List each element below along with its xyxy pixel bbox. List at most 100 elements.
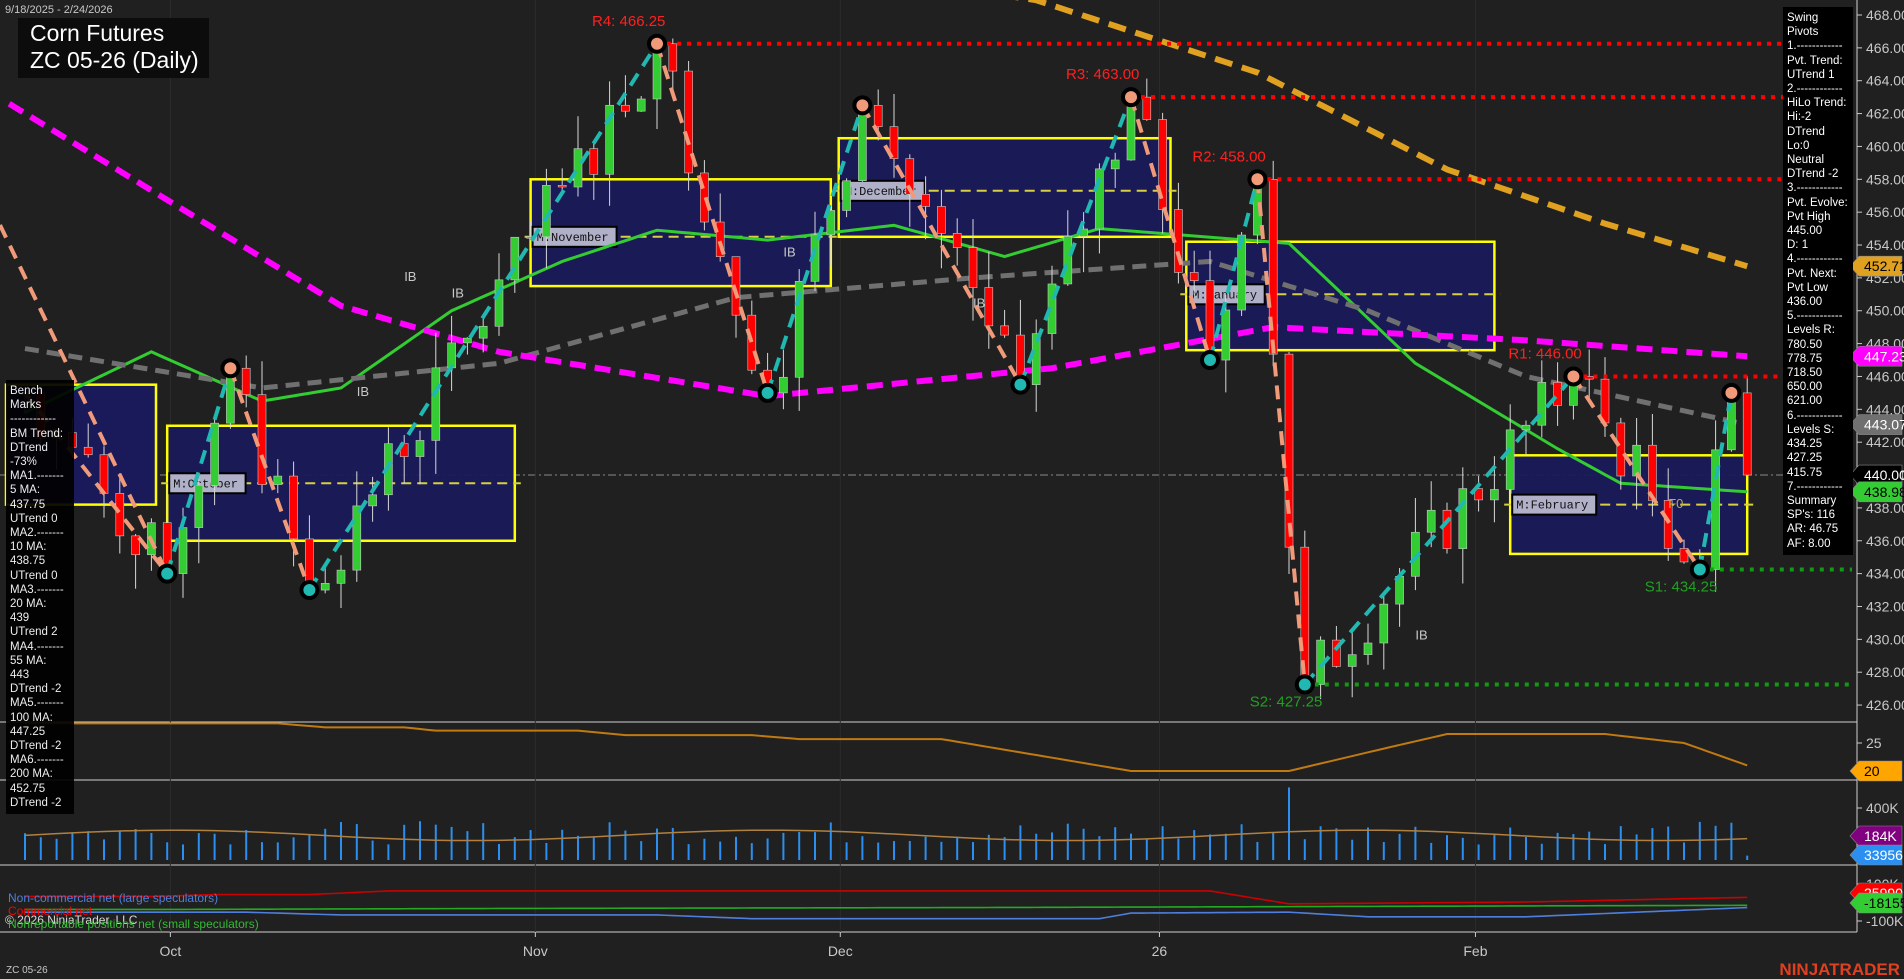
swing-panel-line: HiLo Trend: — [1787, 96, 1849, 110]
candle-up — [779, 377, 787, 393]
candle-up — [1633, 445, 1641, 476]
pivot-low-marker — [760, 385, 776, 401]
candle-up — [179, 528, 187, 574]
bench-panel-line: DTrend -73% — [10, 441, 70, 469]
bench-panel-line: 438.75 — [10, 554, 70, 568]
price-tick-label: 428.00 — [1866, 664, 1904, 680]
swing-panel-line: 650.00 — [1787, 380, 1849, 394]
price-chart[interactable]: OctNovDec26Feb M:OctoberM:NovemberM:Dece… — [0, 0, 1904, 979]
candle-down — [969, 248, 977, 288]
cot-commercial-line — [25, 891, 1747, 904]
title-instrument: Corn Futures — [30, 20, 199, 47]
candle-up — [1064, 236, 1072, 284]
bench-panel-line: DTrend -2 — [10, 796, 70, 810]
pivot-low-marker — [1297, 677, 1313, 693]
candle-down — [84, 447, 92, 454]
price-tick-label: 434.00 — [1866, 566, 1904, 582]
pivot-levels: R4: 466.25R3: 463.00R2: 458.00R1: 446.00… — [357, 13, 1852, 711]
annotation-label: IB — [783, 245, 795, 260]
candle-up — [1490, 489, 1498, 499]
price-tick-label: 426.00 — [1866, 697, 1904, 713]
bench-panel-line: MA1.------- — [10, 469, 70, 483]
candle-up — [1380, 604, 1388, 643]
swing-panel-line: Levels R: — [1787, 323, 1849, 337]
swing-panel-line: 780.50 — [1787, 338, 1849, 352]
chart-title: Corn Futures ZC 05-26 (Daily) — [18, 18, 209, 78]
price-tick-label: 446.00 — [1866, 368, 1904, 384]
x-tick-label: 26 — [1152, 943, 1168, 959]
level-label: R1: 446.00 — [1508, 345, 1581, 362]
level-label: R3: 463.00 — [1066, 66, 1139, 83]
swing-panel-line: Summary — [1787, 494, 1849, 508]
bench-panel-line: 200 MA: — [10, 767, 70, 781]
candle-down — [937, 206, 945, 233]
swing-panel-line: 5.------------ — [1787, 309, 1849, 323]
oscillator-tag: 20 — [1864, 763, 1880, 779]
swing-panel-line: SP's: 116 — [1787, 508, 1849, 522]
pivot-high-marker — [854, 97, 870, 113]
pivot-low-marker — [159, 566, 175, 582]
swing-panel-line: Pvt Low — [1787, 281, 1849, 295]
bench-panel-line: MA2.------- — [10, 526, 70, 540]
candle-down — [1443, 510, 1451, 548]
pivot-low-marker — [1202, 352, 1218, 368]
pivot-high-marker — [1565, 368, 1581, 384]
price-tick-label: 466.00 — [1866, 40, 1904, 56]
bench-panel-line: 437.75 — [10, 498, 70, 512]
candle-up — [463, 338, 471, 343]
bench-panel-line: DTrend -2 — [10, 682, 70, 696]
bench-panel-line: 10 MA: — [10, 540, 70, 554]
bench-panel-line: 447.25 — [10, 725, 70, 739]
candle-down — [748, 315, 756, 370]
swing-panel-line: 621.00 — [1787, 394, 1849, 408]
price-tag: 443.07 — [1864, 417, 1904, 433]
price-tick-label: 430.00 — [1866, 631, 1904, 647]
cot-tick-label: -100K — [1866, 913, 1904, 929]
x-tick-label: Feb — [1463, 943, 1487, 959]
price-axis[interactable]: 468.00466.00464.00462.00460.00458.00456.… — [1850, 7, 1904, 929]
swing-panel-line: 436.00 — [1787, 295, 1849, 309]
price-tick-label: 438.00 — [1866, 500, 1904, 516]
bench-panel-line: 5 MA: — [10, 483, 70, 497]
candle-down — [116, 493, 124, 535]
candle-down — [1143, 97, 1151, 119]
annotation-label: IB — [1415, 627, 1427, 642]
candle-down — [558, 185, 566, 187]
swing-panel-line: 6.------------ — [1787, 409, 1849, 423]
bench-panel-line: MA3.------- — [10, 583, 70, 597]
price-tick-label: 460.00 — [1866, 138, 1904, 154]
candle-up — [369, 495, 377, 506]
bench-panel-line: UTrend 0 — [10, 569, 70, 583]
swing-panel-line: Pvt. Next: — [1787, 267, 1849, 281]
candle-down — [1190, 272, 1198, 280]
swing-panel-line: Pvt. Evolve: — [1787, 196, 1849, 210]
pivot-high-marker — [1723, 385, 1739, 401]
bench-panel-line: DTrend -2 — [10, 739, 70, 753]
candle-up — [432, 368, 440, 441]
candle-down — [258, 395, 266, 485]
candle-down — [922, 194, 930, 206]
bench-panel-line: MA5.------- — [10, 696, 70, 710]
oscillator-line — [25, 723, 1747, 771]
annotation-label: F0 — [1668, 496, 1683, 511]
swing-panel-line: 427.25 — [1787, 451, 1849, 465]
bench-panel-line: MA6.------- — [10, 753, 70, 767]
price-tick-label: 456.00 — [1866, 204, 1904, 220]
price-tick-label: 454.00 — [1866, 237, 1904, 253]
pivot-low-marker — [1692, 562, 1708, 578]
x-tick-label: Nov — [523, 943, 548, 959]
candle-down — [1601, 379, 1609, 423]
pivot-low-marker — [301, 582, 317, 598]
instrument-footer: ZC 05-26 — [6, 965, 48, 976]
candle-down — [1743, 393, 1751, 475]
swing-panel-line: 445.00 — [1787, 224, 1849, 238]
pivot-high-marker — [1249, 171, 1265, 187]
swing-panel-line: 2.------------ — [1787, 82, 1849, 96]
candle-up — [321, 583, 329, 590]
annotation-label: IB — [404, 269, 416, 284]
level-label: R4: 466.25 — [592, 13, 665, 30]
price-tick-label: 436.00 — [1866, 533, 1904, 549]
candle-up — [195, 485, 203, 527]
candle-down — [953, 233, 961, 247]
price-tick-label: 450.00 — [1866, 303, 1904, 319]
